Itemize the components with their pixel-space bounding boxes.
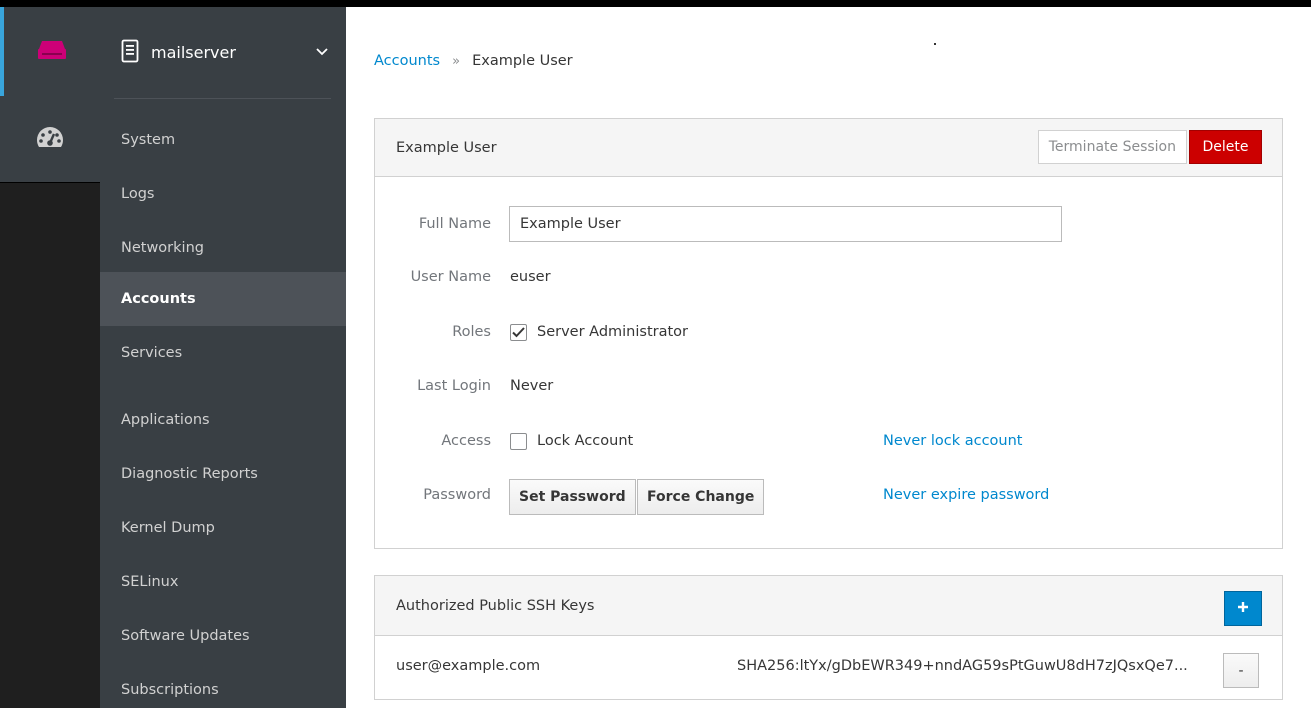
key-user: user@example.com — [396, 658, 541, 674]
lock-account-checkbox[interactable] — [510, 433, 527, 450]
dashboard-icon — [35, 124, 65, 154]
top-bar — [0, 0, 1311, 7]
panel-title: Authorized Public SSH Keys — [396, 597, 595, 614]
stray-dot — [934, 43, 936, 45]
host-name: mailserver — [151, 43, 236, 62]
nav-item-diagnostic-reports[interactable]: Diagnostic Reports — [100, 447, 346, 501]
server-admin-label: Server Administrator — [537, 324, 689, 340]
nav-item-accounts[interactable]: Accounts — [100, 272, 346, 326]
set-password-button[interactable]: Set Password — [509, 479, 636, 515]
lock-account-label: Lock Account — [537, 433, 634, 449]
rail-dashboard-button[interactable] — [0, 96, 100, 183]
server-admin-checkbox[interactable] — [510, 324, 527, 341]
force-change-button[interactable]: Force Change — [637, 479, 765, 515]
ssh-key-row: user@example.com SHA256:ltYx/gDbEWR349+n… — [375, 636, 1282, 699]
user-name-row: User Name euser — [375, 259, 1282, 299]
ssh-keys-panel: Authorized Public SSH Keys user@example.… — [374, 575, 1283, 700]
chevron-down-icon — [316, 45, 328, 61]
breadcrumb-separator: » — [452, 53, 461, 69]
panel-title: Example User — [396, 139, 497, 156]
host-switcher[interactable]: mailserver — [100, 7, 346, 98]
full-name-row: Full Name — [375, 206, 1282, 246]
main-content: Accounts » Example User Example User Ter… — [346, 7, 1311, 708]
roles-label: Roles — [452, 324, 491, 340]
access-row: Access Lock Account Never lock account — [375, 423, 1282, 463]
password-row: Password Set Password Force Change Never… — [375, 477, 1282, 517]
nav-item-services[interactable]: Services — [100, 326, 346, 380]
nav-item-networking[interactable]: Networking — [100, 221, 346, 275]
breadcrumb-accounts-link[interactable]: Accounts — [374, 53, 440, 69]
full-name-label: Full Name — [418, 216, 491, 232]
nav-item-subscriptions[interactable]: Subscriptions — [100, 663, 346, 708]
nav-item-applications[interactable]: Applications — [100, 393, 346, 447]
last-login-row: Last Login Never — [375, 368, 1282, 408]
nav-item-software-updates[interactable]: Software Updates — [100, 609, 346, 663]
nav-item-kernel-dump[interactable]: Kernel Dump — [100, 501, 346, 555]
nav-item-logs[interactable]: Logs — [100, 167, 346, 221]
user-name-value: euser — [510, 269, 551, 285]
rail-host-button[interactable] — [0, 7, 100, 96]
never-lock-account-link[interactable]: Never lock account — [883, 433, 1023, 449]
host-icon — [37, 39, 67, 65]
full-name-input[interactable] — [509, 206, 1062, 242]
remove-key-button[interactable]: - — [1223, 653, 1259, 688]
roles-row: Roles Server Administrator — [375, 314, 1282, 354]
panel-heading: Example User Terminate Session Delete — [375, 119, 1282, 177]
nav-item-selinux[interactable]: SELinux — [100, 555, 346, 609]
delete-button[interactable]: Delete — [1189, 130, 1262, 164]
password-label: Password — [423, 487, 491, 503]
icon-rail — [0, 7, 100, 708]
nav-item-system[interactable]: System — [100, 113, 346, 167]
last-login-value: Never — [510, 378, 554, 394]
key-fingerprint: SHA256:ltYx/gDbEWR349+nndAG59sPtGuwU8dH7… — [737, 658, 1188, 674]
plus-icon — [1237, 601, 1249, 617]
divider — [114, 98, 331, 99]
last-login-label: Last Login — [417, 378, 491, 394]
breadcrumb-current: Example User — [472, 53, 573, 69]
add-key-button[interactable] — [1224, 591, 1262, 626]
never-expire-password-link[interactable]: Never expire password — [883, 487, 1049, 503]
nav-sidebar: mailserver System Logs Networking Accoun… — [100, 7, 346, 708]
terminate-session-button[interactable]: Terminate Session — [1037, 130, 1187, 164]
user-name-label: User Name — [410, 269, 491, 285]
access-label: Access — [441, 433, 491, 449]
panel-heading: Authorized Public SSH Keys — [375, 576, 1282, 636]
server-icon — [121, 39, 139, 67]
user-details-panel: Example User Terminate Session Delete Fu… — [374, 118, 1283, 549]
breadcrumb: Accounts » Example User — [374, 53, 573, 69]
